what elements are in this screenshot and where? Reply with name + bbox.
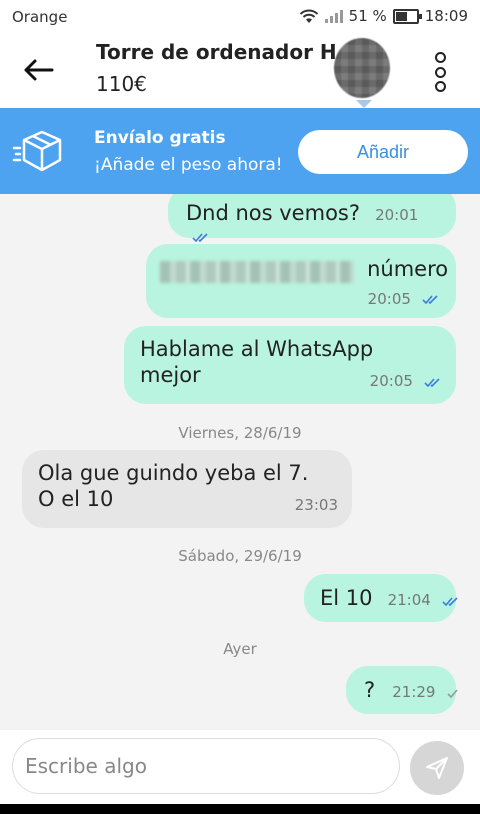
date-divider: Ayer [223,640,257,658]
message-bubble[interactable]: ? 21:29 [346,666,458,714]
send-button[interactable] [410,741,464,795]
chat-header: Torre de ordenador H... 110€ [0,34,480,108]
composer-bar [0,730,480,804]
system-nav-bar [0,804,480,814]
message-text: Dnd nos vemos? [186,201,360,225]
arrow-left-icon [24,59,54,81]
message-text: ? [364,678,376,702]
message-time: 20:05 [369,372,413,390]
message-list[interactable]: Dnd nos vemos? 20:01 número 20:05 Hablam… [0,194,480,730]
message-time: 21:04 [387,591,431,609]
carrier-name: Orange [12,8,68,26]
add-weight-button[interactable]: Añadir [298,130,468,174]
wifi-icon [299,9,318,23]
date-divider: Viernes, 28/6/19 [178,424,302,442]
message-bubble[interactable]: El 10 21:04 [304,574,458,622]
sent-tick-icon [447,688,458,698]
avatar-pointer [356,100,372,108]
read-tick-icon [192,232,208,242]
send-icon [426,757,448,779]
message-text: El 10 [320,586,373,610]
message-bubble[interactable]: Ola gue guindo yeba el 7. O el 10 23:03 [22,450,352,528]
message-bubble[interactable]: Dnd nos vemos? 20:01 [168,194,456,242]
redacted-text [160,260,354,283]
signal-icon [324,9,343,23]
message-bubble[interactable]: Hablame al WhatsApp mejor 20:05 [124,326,456,404]
message-input[interactable] [12,738,400,794]
message-text: Ola gue guindo yeba el 7. O el 10 [38,461,309,511]
shipping-banner: Envíalo gratis ¡Añade el peso ahora! Aña… [0,108,480,194]
listing-price: 110€ [96,72,147,96]
message-time: 21:29 [392,683,436,701]
status-bar: Orange 51 % 18:09 [0,0,480,34]
date-divider: Sábado, 29/6/19 [178,547,302,565]
avatar[interactable] [334,38,390,98]
message-bubble[interactable]: número 20:05 [146,244,456,318]
package-icon [12,130,62,172]
battery-percent: 51 % [348,7,387,25]
more-options-button[interactable] [430,50,450,94]
message-time: 23:03 [294,496,338,514]
battery-icon [392,8,422,24]
read-tick-icon [422,295,438,304]
status-icons: 51 % 18:09 [299,7,468,25]
read-tick-icon [442,596,458,606]
banner-title: Envíalo gratis [94,128,226,148]
listing-title[interactable]: Torre de ordenador H... [96,40,336,64]
message-time: 20:05 [367,289,411,308]
read-tick-icon [424,377,440,387]
message-time: 20:01 [375,206,419,224]
banner-subtitle: ¡Añade el peso ahora! [94,155,283,175]
clock: 18:09 [424,7,468,25]
back-button[interactable] [20,50,60,90]
message-text: número [367,257,449,281]
